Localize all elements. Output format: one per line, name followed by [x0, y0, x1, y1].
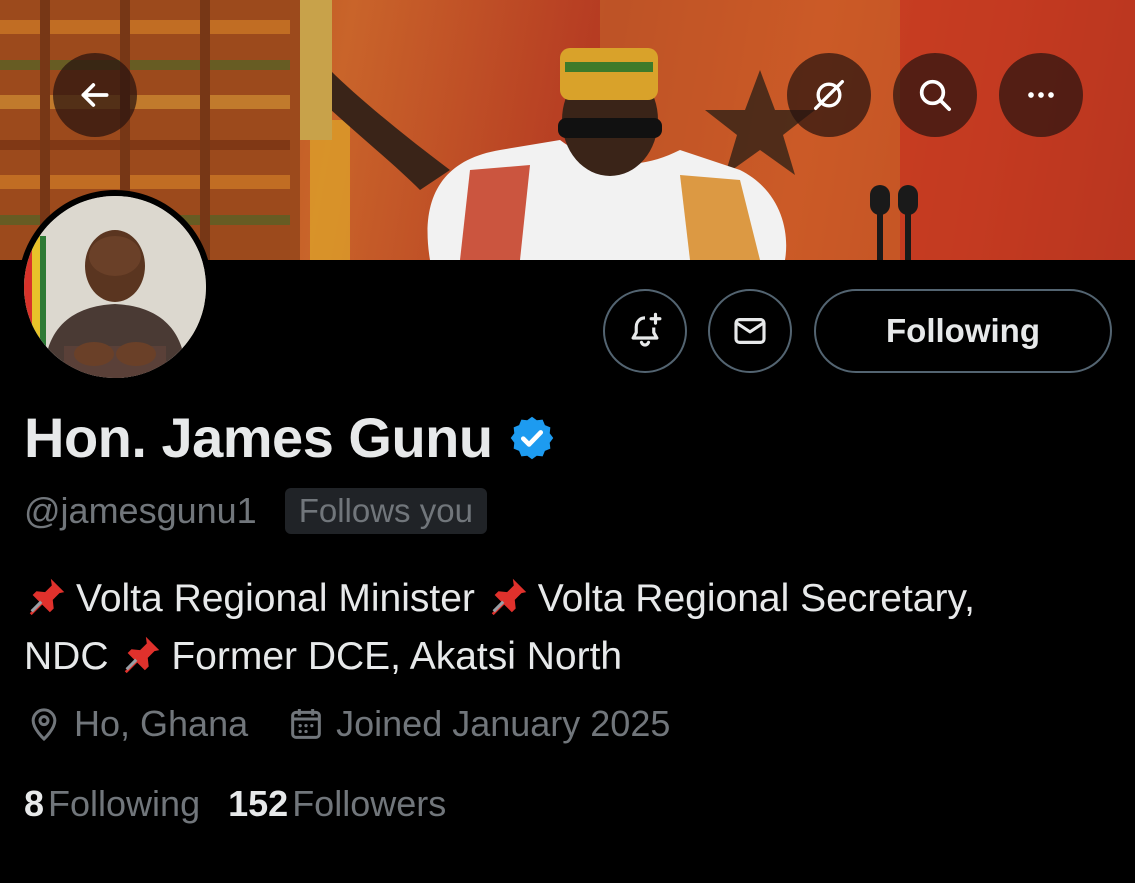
- verified-badge-icon[interactable]: [507, 413, 557, 463]
- location: Ho, Ghana: [24, 703, 248, 745]
- following-label: Following: [48, 783, 201, 824]
- bell-plus-icon: [631, 312, 662, 347]
- bio-segment: Former DCE, Akatsi North: [171, 635, 623, 678]
- bio-segment: Volta Regional Minister: [76, 577, 475, 620]
- message-button[interactable]: [708, 289, 792, 373]
- following-button[interactable]: Following: [814, 289, 1112, 373]
- display-name: Hon. James Gunu: [24, 406, 493, 469]
- bio-segment: NDC: [24, 635, 109, 678]
- calendar-icon: [291, 709, 321, 739]
- user-handle: @jamesgunu1: [24, 490, 257, 531]
- profile-bio: Volta Regional Minister Volta Regional S…: [24, 570, 1114, 686]
- more-button[interactable]: [999, 53, 1083, 137]
- join-date: Joined January 2025: [286, 703, 670, 745]
- profile-meta: Ho, Ghana Joined January 2025: [24, 703, 708, 745]
- pushpin-icon: [125, 636, 160, 674]
- profile-stats: 8 Following 152 Followers: [24, 783, 474, 825]
- back-button[interactable]: [53, 53, 137, 137]
- pushpin-icon: [29, 578, 65, 616]
- followers-count: 152: [228, 783, 289, 824]
- search-icon: [919, 79, 951, 111]
- display-name-row: Hon. James Gunu: [24, 405, 557, 470]
- grok-button[interactable]: [787, 53, 871, 137]
- grok-icon: [814, 80, 844, 111]
- following-count: 8: [24, 783, 45, 824]
- following-count-link[interactable]: 8 Following: [24, 783, 200, 825]
- handle-row: @jamesgunu1 Follows you: [24, 488, 487, 534]
- location-pin-icon: [31, 708, 57, 742]
- more-icon: [1028, 92, 1054, 98]
- location-text: Ho, Ghana: [74, 703, 249, 744]
- avatar-image: [24, 196, 206, 378]
- join-date-text: Joined January 2025: [336, 703, 671, 744]
- arrow-left-icon: [81, 83, 109, 107]
- followers-label: Followers: [292, 783, 447, 824]
- search-button[interactable]: [893, 53, 977, 137]
- notify-button[interactable]: [603, 289, 687, 373]
- avatar[interactable]: [18, 190, 212, 384]
- follows-you-badge: Follows you: [284, 488, 487, 534]
- bio-segment: Volta Regional Secretary,: [537, 577, 975, 620]
- envelope-icon: [734, 318, 766, 344]
- followers-count-link[interactable]: 152 Followers: [228, 783, 446, 825]
- pushpin-icon: [491, 578, 526, 616]
